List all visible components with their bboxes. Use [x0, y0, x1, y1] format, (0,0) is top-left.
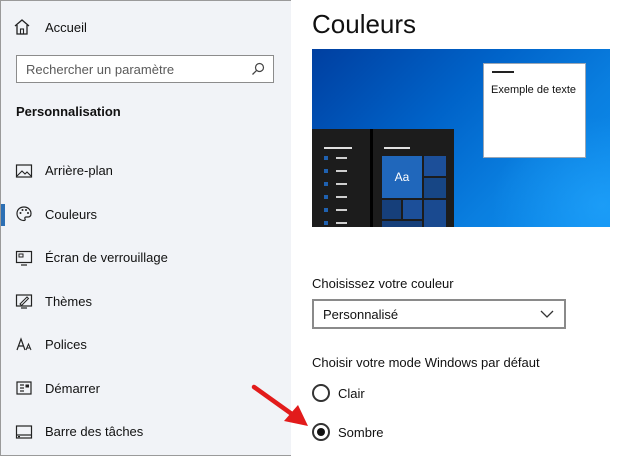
sidebar-item-polices[interactable]: Polices: [1, 323, 291, 367]
radio-label: Sombre: [338, 424, 384, 440]
mode-option-sombre[interactable]: Sombre: [312, 421, 384, 443]
home-icon: [14, 19, 30, 35]
themes-icon: [15, 292, 33, 310]
sidebar-item-label: Démarrer: [45, 380, 100, 396]
page-title: Couleurs: [312, 9, 417, 39]
taskbar-icon: [15, 423, 33, 441]
radio-label: Clair: [338, 385, 365, 401]
color-select[interactable]: Personnalisé: [312, 299, 566, 329]
nav-home[interactable]: Accueil: [13, 15, 273, 39]
sidebar-item-arriere-plan[interactable]: Arrière-plan: [1, 149, 291, 193]
color-select-value: Personnalisé: [323, 306, 399, 322]
sidebar-item-label: Polices: [45, 337, 87, 353]
search-box[interactable]: [16, 55, 274, 83]
color-choice-label: Choisissez votre couleur: [312, 276, 454, 291]
fonts-icon: [15, 336, 33, 354]
windows-mode-label: Choisir votre mode Windows par défaut: [312, 355, 540, 370]
preview-tile: [403, 200, 422, 219]
palette-icon: [15, 205, 33, 223]
sidebar-item-label: Thèmes: [45, 293, 92, 309]
preview-tile-main: Aa: [382, 156, 422, 198]
preview-tile: [424, 200, 446, 227]
annotation-arrow-icon: [251, 384, 308, 426]
preview-title-bar: [492, 71, 514, 73]
lock-screen-icon: [15, 249, 33, 267]
sidebar-item-couleurs[interactable]: Couleurs: [1, 193, 291, 237]
section-title: Personnalisation: [16, 104, 121, 119]
active-indicator: [1, 203, 5, 226]
preview-sample-text: Exemple de texte: [491, 84, 576, 96]
preview-tile: [424, 156, 446, 176]
image-icon: [15, 162, 33, 180]
preview-tile: [382, 221, 422, 227]
preview-tile: [382, 200, 401, 219]
preview-tile: [424, 178, 446, 198]
sidebar-item-label: Écran de verrouillage: [45, 250, 168, 266]
preview-divider: [370, 129, 373, 227]
start-icon: [15, 379, 33, 397]
preview-app-list: [324, 147, 352, 227]
sidebar-item-themes[interactable]: Thèmes: [1, 280, 291, 324]
mode-option-clair[interactable]: Clair: [312, 382, 365, 404]
preview-start-menu: Aa: [312, 129, 454, 227]
preview-text-window: Exemple de texte: [483, 63, 586, 158]
main-content: Couleurs Aa Exemple de texte Choisissez …: [291, 0, 640, 456]
theme-preview: Aa Exemple de texte: [312, 49, 610, 227]
sidebar-item-label: Barre des tâches: [45, 424, 144, 440]
sidebar-item-ecran-de-verrouillage[interactable]: Écran de verrouillage: [1, 236, 291, 280]
preview-tiles-header: [384, 147, 410, 149]
search-icon[interactable]: [251, 62, 265, 76]
chevron-down-icon: [540, 310, 554, 318]
sidebar-item-label: Arrière-plan: [45, 163, 113, 179]
sidebar-item-label: Couleurs: [45, 206, 98, 222]
nav-home-label: Accueil: [45, 19, 87, 35]
search-input[interactable]: [17, 56, 251, 82]
